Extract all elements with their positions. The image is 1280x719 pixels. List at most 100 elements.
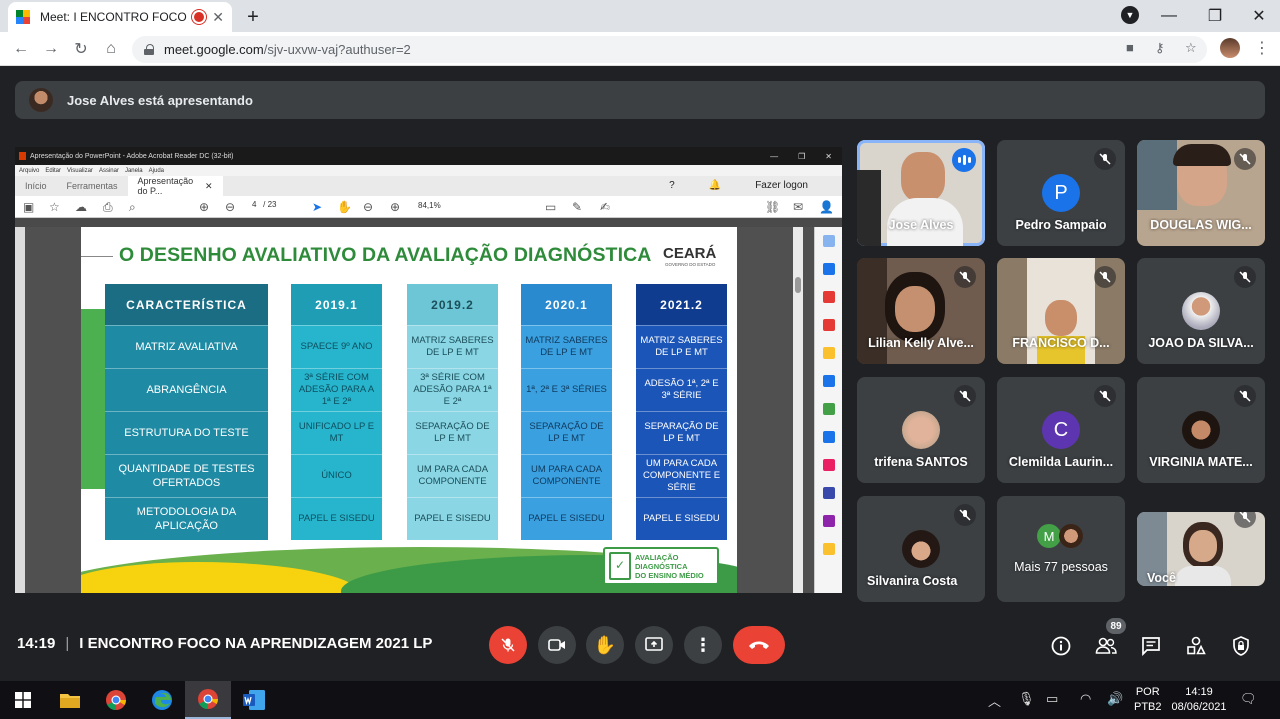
forward-button[interactable]: → xyxy=(40,38,62,60)
more-participants-tile[interactable]: M Mais 77 pessoas xyxy=(997,496,1125,602)
table-cell: PAPEL E SISEDU xyxy=(521,497,612,540)
print-icon: ⎙ xyxy=(103,200,113,214)
column-2019-2: 2019.2 MATRIZ SABERES DE LP E MT 3ª SÉRI… xyxy=(407,284,498,540)
browser-menu-icon[interactable]: ⋮ xyxy=(1254,38,1270,58)
more-options-button[interactable]: ⋮ xyxy=(684,626,722,664)
activities-button[interactable] xyxy=(1184,634,1208,658)
participant-tile[interactable]: Silvanira Costa xyxy=(857,496,985,602)
participant-avatar-letter: C xyxy=(1042,411,1080,449)
acrobat-window-title: Apresentação do PowerPoint - Adobe Acrob… xyxy=(30,152,234,160)
participant-name: Pedro Sampaio xyxy=(1015,218,1107,232)
host-controls-button[interactable] xyxy=(1229,634,1253,658)
home-button[interactable]: ⌂ xyxy=(100,38,122,60)
chat-button[interactable] xyxy=(1139,634,1163,658)
acrobat-tabs: Início Ferramentas Apresentação do P... … xyxy=(15,176,842,196)
participant-tile[interactable]: FRANCISCO D... xyxy=(997,258,1125,364)
present-button[interactable] xyxy=(635,626,673,664)
acrobat-minimize-icon: — xyxy=(770,151,779,161)
protect-icon xyxy=(823,487,835,499)
acrobat-login: Fazer logon xyxy=(755,180,808,191)
mic-off-icon xyxy=(1234,385,1256,407)
participant-tile[interactable]: P Pedro Sampaio xyxy=(997,140,1125,246)
taskbar-edge[interactable] xyxy=(139,681,185,719)
participant-tile[interactable]: VIRGINIA MATE... xyxy=(1137,377,1265,483)
slide-title: O DESENHO AVALIATIVO DA AVALIAÇÃO DIAGNÓ… xyxy=(119,244,652,266)
taskbar-chrome[interactable] xyxy=(93,681,139,719)
column-2019-1: 2019.1 SPAECE 9º ANO 3ª SÉRIE COM ADESÃO… xyxy=(291,284,382,540)
participant-tile[interactable]: Jose Alves xyxy=(857,140,985,246)
column-header: 2020.1 xyxy=(521,284,612,325)
address-bar[interactable]: meet.google.com/sjv-uxvw-vaj?authuser=2 xyxy=(132,36,1207,63)
ceara-logo-subtitle: GOVERNO DO ESTADO xyxy=(665,262,716,267)
new-tab-button[interactable]: + xyxy=(240,5,266,29)
acrobat-tab-document: Apresentação do P... ✕ xyxy=(127,176,223,196)
present-screen-icon xyxy=(645,637,663,651)
comment-icon: ▭ xyxy=(545,200,557,214)
microphone-tray-icon[interactable]: 🎙 xyxy=(1018,691,1035,707)
ceara-logo: CEARÁ xyxy=(663,245,717,262)
volume-icon[interactable]: 🔊 xyxy=(1107,691,1123,707)
chrome-meet-icon xyxy=(198,689,219,710)
comment-tool-icon xyxy=(823,347,835,359)
slide: O DESENHO AVALIATIVO DA AVALIAÇÃO DIAGNÓ… xyxy=(81,227,737,593)
key-icon[interactable]: ⚷ xyxy=(1155,40,1165,56)
browser-tab-meet[interactable]: Meet: I ENCONTRO FOCO NA ✕ xyxy=(8,2,232,32)
more-avatar-letter: M xyxy=(1037,524,1061,548)
participant-tile[interactable]: Lilian Kelly Alve... xyxy=(857,258,985,364)
mic-off-icon xyxy=(954,385,976,407)
page-down-icon: ⊖ xyxy=(225,200,236,214)
participant-name: JOAO DA SILVA... xyxy=(1148,336,1254,350)
show-hidden-icons[interactable]: ︿ xyxy=(988,691,1001,710)
meeting-details-button[interactable] xyxy=(1049,634,1073,658)
profile-avatar[interactable] xyxy=(1220,38,1240,58)
maximize-button[interactable]: ❐ xyxy=(1200,4,1230,28)
acrobat-menu-item: Janela xyxy=(124,167,143,174)
people-icon xyxy=(1095,637,1117,654)
back-button[interactable]: ← xyxy=(10,38,32,60)
title-rule xyxy=(81,256,113,257)
mic-toggle-button[interactable] xyxy=(489,626,527,664)
battery-icon[interactable]: ▭ xyxy=(1046,691,1058,707)
participant-photo xyxy=(1182,292,1220,330)
help-icon: ? xyxy=(669,180,675,191)
decorative-green-bar xyxy=(81,309,107,489)
participant-tile[interactable]: DOUGLAS WIG... xyxy=(1137,140,1265,246)
participant-tile[interactable]: trifena SANTOS xyxy=(857,377,985,483)
notifications-icon[interactable]: 🗨 xyxy=(1240,691,1257,707)
row-header: MATRIZ AVALIATIVA xyxy=(105,325,268,368)
camera-icon[interactable]: ■ xyxy=(1126,40,1134,55)
bell-icon: 🔔 xyxy=(708,180,722,191)
participant-tile[interactable]: JOAO DA SILVA... xyxy=(1137,258,1265,364)
edge-icon xyxy=(152,690,172,710)
start-button[interactable] xyxy=(0,681,46,719)
taskbar-chrome-active[interactable] xyxy=(185,681,231,719)
videocam-icon xyxy=(548,639,565,651)
mic-off-icon xyxy=(1094,266,1116,288)
edit-pdf-icon xyxy=(823,319,835,331)
self-view-tile[interactable]: Você xyxy=(1137,512,1265,586)
participant-tile[interactable]: C Clemilda Laurin... xyxy=(997,377,1125,483)
zoom-level: 84,1% xyxy=(418,201,441,210)
bookmark-star-icon[interactable]: ☆ xyxy=(1185,40,1197,56)
minimize-button[interactable]: — xyxy=(1154,4,1184,28)
participants-button[interactable] xyxy=(1094,634,1118,658)
reload-button[interactable]: ↻ xyxy=(70,38,92,60)
system-clock[interactable]: 14:19 08/06/2021 xyxy=(1170,685,1228,715)
camera-toggle-button[interactable] xyxy=(538,626,576,664)
taskbar-file-explorer[interactable] xyxy=(47,681,93,719)
tab-close-icon[interactable]: ✕ xyxy=(212,9,224,26)
browser-toolbar: ← → ↻ ⌂ meet.google.com/sjv-uxvw-vaj?aut… xyxy=(0,32,1280,66)
leave-call-button[interactable] xyxy=(733,626,785,664)
window-close-button[interactable]: ✕ xyxy=(1244,4,1274,28)
shield-lock-icon xyxy=(1233,636,1249,656)
speaking-indicator-icon xyxy=(952,148,976,172)
column-header: CARACTERÍSTICA xyxy=(105,284,268,325)
participant-photo xyxy=(902,530,940,568)
taskbar-word[interactable] xyxy=(231,681,277,719)
combine-icon xyxy=(823,375,835,387)
raise-hand-button[interactable]: ✋ xyxy=(586,626,624,664)
input-language[interactable]: POR PTB2 xyxy=(1134,685,1162,715)
wifi-icon[interactable]: ◠ xyxy=(1080,691,1091,707)
browser-tabbar: Meet: I ENCONTRO FOCO NA ✕ + ▼ — ❐ ✕ xyxy=(0,0,1280,32)
tab-search-icon[interactable]: ▼ xyxy=(1121,6,1139,24)
